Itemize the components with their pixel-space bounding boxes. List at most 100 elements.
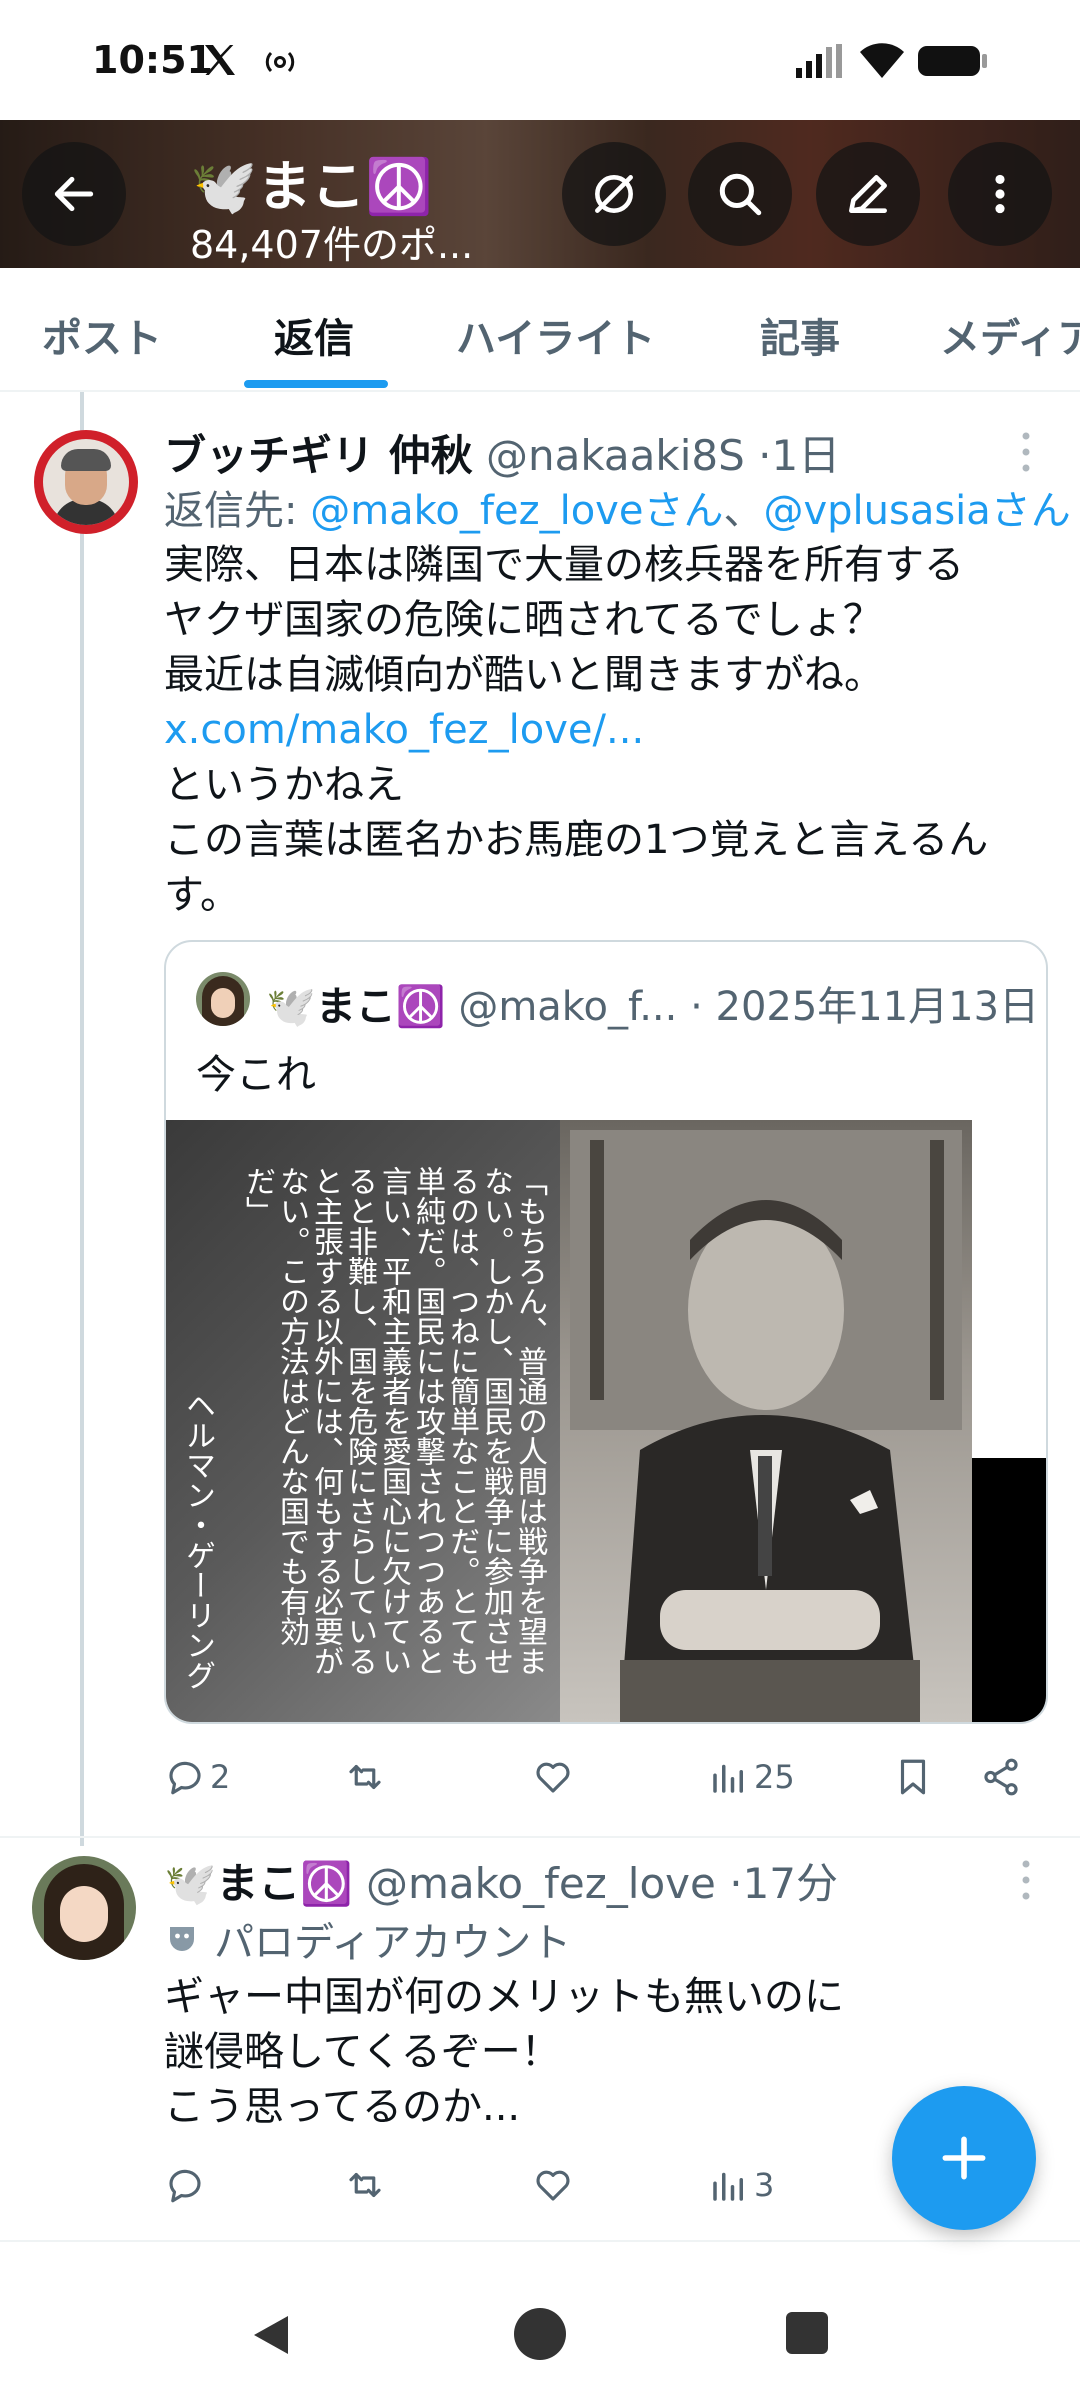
status-time: 10:51 (92, 38, 213, 82)
like-button[interactable] (532, 1752, 578, 1802)
like-button[interactable] (532, 2160, 578, 2210)
views-button[interactable]: 3 (708, 2160, 774, 2210)
reply-to-prefix: 返信先: (164, 488, 311, 534)
tweet-divider (0, 1836, 1080, 1838)
tweet-text: ギャー中国が何のメリットも無いのに 謎侵略してくるぞー！ こう思ってるのか... (164, 1970, 844, 2135)
share-icon (984, 1758, 1018, 1796)
tweet-text: 実際、日本は隣国で大量の核兵器を所有する ヤクザ国家の危険に晒されてるでしょ？ … (164, 538, 1054, 923)
author-handle[interactable]: @nakaaki8S (486, 431, 745, 480)
search-button[interactable] (688, 142, 792, 246)
quote-image-edge (972, 1458, 1046, 1722)
nav-recents-icon[interactable] (786, 2312, 828, 2354)
tweet-divider (0, 2240, 1080, 2242)
repost-icon (349, 1764, 381, 1790)
quoted-tweet-card[interactable]: 🕊️まこ☮️ @mako_f... · 2025年11月13日 今これ 「もちろ… (164, 940, 1048, 1724)
tab-media[interactable]: メディア (940, 306, 1080, 364)
more-horizontal-icon[interactable] (1016, 430, 1036, 474)
quote-image[interactable]: 「もちろん、普通の人間は戦争を望ま ない。しかし、国民を戦争に参加させ るのは、… (166, 1120, 1046, 1722)
tab-posts[interactable]: ポスト (42, 306, 162, 364)
repost-button[interactable] (344, 1752, 390, 1802)
quote-image-text-line: 言い、平和主義者を愛国心に欠けてい (376, 1166, 411, 1676)
repost-icon (349, 2172, 381, 2198)
reply-to-user-link[interactable]: @mako_fez_loveさん (310, 488, 723, 534)
search-icon (719, 173, 762, 216)
battery-icon (918, 46, 987, 76)
tweet-text-line: ギャー中国が何のメリットも無いのに (164, 1974, 844, 2020)
quote-image-text-line: 「もちろん、普通の人間は戦争を望ま (512, 1166, 547, 1676)
tweet-text-line: 最近は自滅傾向が酷いと聞きますがね。 (164, 652, 884, 698)
reply-to-separator: 、 (723, 488, 764, 534)
reply-count: 2 (210, 1758, 231, 1796)
portrait-photo-icon (570, 1130, 962, 1722)
wifi-icon (860, 43, 904, 78)
nav-home-icon[interactable] (514, 2308, 566, 2360)
views-button[interactable]: 25 (708, 1752, 795, 1802)
quote-image-text-panel: 「もちろん、普通の人間は戦争を望ま ない。しかし、国民を戦争に参加させ るのは、… (166, 1120, 560, 1722)
avatar[interactable] (34, 430, 138, 534)
reply-to-user-link[interactable]: @vplusasiaさん (763, 488, 1070, 534)
nav-back-icon[interactable] (246, 2310, 296, 2360)
more-horizontal-icon[interactable] (1016, 1858, 1036, 1902)
quote-avatar (196, 972, 250, 1026)
tweet-text-line: というかねえ (164, 762, 404, 808)
edit-button[interactable] (816, 142, 920, 246)
share-button[interactable] (980, 1752, 1022, 1802)
more-options-button[interactable] (948, 142, 1052, 246)
notifications-off-button[interactable] (562, 142, 666, 246)
tweet-text-line: 謎侵略してくるぞー！ (164, 2029, 561, 2075)
tweet-text-line: 実際、日本は隣国で大量の核兵器を所有する (164, 542, 964, 588)
bookmark-icon (900, 1759, 926, 1795)
reply-icon (169, 2169, 201, 2203)
tweet-header: 🕊️まこ☮️ @mako_fez_love ·17分 (164, 1850, 838, 1911)
tweet-text-line: この言葉は匿名かお馬鹿の1つ覚えと言えるん (164, 817, 989, 863)
views-count: 25 (754, 1758, 795, 1796)
tab-highlights[interactable]: ハイライト (456, 306, 655, 364)
author-name[interactable]: 🕊️まこ☮️ (164, 1859, 353, 1908)
tweet-actions: 2 25 (164, 1752, 1044, 1802)
heart-icon (536, 2170, 570, 2201)
bookmark-button[interactable] (892, 1752, 934, 1802)
views-chart-icon (713, 1764, 743, 1793)
tweet-time: ·17分 (729, 1859, 839, 1908)
hotspot-icon (265, 51, 295, 73)
tweet-link[interactable]: x.com/mako_fez_love/... (164, 703, 1054, 758)
quote-image-portrait (560, 1120, 972, 1722)
status-bar: 10:51 (0, 0, 1080, 120)
arrow-left-icon (54, 176, 94, 212)
tab-articles[interactable]: 記事 (760, 306, 840, 364)
tweet-header: ブッチギリ 仲秋 @nakaaki8S ·1日 (164, 422, 840, 483)
pencil-icon (849, 175, 887, 213)
quote-text: 今これ (196, 1052, 316, 1098)
quote-image-text-line: 単純だ。国民には攻撃されつつあると (410, 1166, 445, 1676)
quote-header: 🕊️まこ☮️ @mako_f... · 2025年11月13日 (266, 974, 1039, 1032)
quote-image-text-line: ない。この方法はどんな国でも有効 (274, 1166, 309, 1646)
reply-to-line: 返信先: @mako_fez_loveさん、@vplusasiaさん (164, 478, 1071, 536)
more-vertical-icon (995, 174, 1005, 214)
tab-replies[interactable]: 返信 (274, 306, 354, 364)
parody-label-text: パロディアカウント (214, 1920, 572, 1966)
quote-author-name: 🕊️まこ☮️ (266, 984, 446, 1030)
repost-button[interactable] (344, 2160, 390, 2210)
compose-post-button[interactable] (892, 2086, 1036, 2230)
views-chart-icon (713, 2172, 743, 2201)
profile-display-name: 🕊️まこ☮️ (190, 155, 433, 218)
tweet-text-line: ヤクザ国家の危険に晒されてるでしょ？ (164, 597, 883, 643)
author-name[interactable]: ブッチギリ 仲秋 (164, 431, 473, 480)
plus-icon (942, 2136, 986, 2180)
author-handle[interactable]: @mako_fez_love (366, 1859, 716, 1908)
reply-button[interactable]: 2 (164, 1752, 230, 1802)
tweet-time: ·1日 (758, 431, 841, 480)
quote-image-text-line: ない。しかし、国民を戦争に参加させ (478, 1166, 513, 1676)
quote-image-text-line: だ」 (240, 1166, 275, 1226)
quote-time: · 2025年11月13日 (690, 984, 1040, 1030)
quote-author-handle: @mako_f... (458, 984, 678, 1030)
quote-image-text-line: と主張する以外には、何もする必要が (308, 1166, 343, 1676)
system-navigation-bar (0, 2270, 1080, 2400)
reply-button[interactable] (164, 2160, 210, 2210)
profile-post-count: 84,407件のポ... (190, 223, 474, 267)
back-button[interactable] (22, 142, 126, 246)
heart-icon (536, 1762, 570, 1793)
reply-icon (169, 1761, 201, 1795)
mask-icon (170, 1927, 194, 1951)
avatar[interactable] (32, 1856, 136, 1960)
